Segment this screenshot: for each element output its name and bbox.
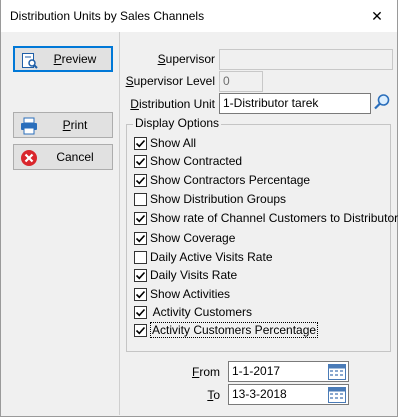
option-checkbox[interactable]: Show Contractors Percentage <box>134 172 310 188</box>
option-label: Show Distribution Groups <box>150 192 287 206</box>
checkbox-checked-icon[interactable] <box>134 305 147 319</box>
preview-icon <box>21 52 39 70</box>
dialog-window: Distribution Units by Sales Channels ✕ P… <box>0 0 398 417</box>
option-checkbox[interactable]: Show Coverage <box>134 230 235 246</box>
to-date-value: 13-3-2018 <box>232 387 287 401</box>
distribution-unit-label: Distribution Unit <box>130 97 215 111</box>
option-label: Activity Customers Percentage <box>150 322 319 338</box>
calendar-icon[interactable] <box>328 363 346 383</box>
distribution-unit-field[interactable]: 1-Distributor tarek <box>219 93 371 114</box>
checkbox-unchecked-icon[interactable] <box>134 192 147 206</box>
option-checkbox[interactable]: Show rate of Channel Customers to Distri… <box>134 210 398 226</box>
from-date-label: From <box>191 365 220 379</box>
checkbox-checked-icon[interactable] <box>134 268 147 282</box>
checkbox-checked-icon[interactable] <box>134 136 147 150</box>
checkbox-unchecked-icon[interactable] <box>134 250 147 264</box>
option-label: Show rate of Channel Customers to Distri… <box>150 211 398 225</box>
calendar-icon[interactable] <box>328 386 346 406</box>
preview-button[interactable]: Preview <box>13 46 113 72</box>
option-checkbox[interactable]: Show Contracted <box>134 153 242 169</box>
supervisor-field[interactable] <box>219 49 393 70</box>
printer-icon <box>20 117 38 135</box>
option-checkbox[interactable]: Show All <box>134 135 196 151</box>
option-checkbox[interactable]: Show Distribution Groups <box>134 191 286 207</box>
title-bar: Distribution Units by Sales Channels ✕ <box>1 0 397 32</box>
option-label: Show Contractors Percentage <box>150 173 311 187</box>
preview-button-label: Preview <box>53 52 97 66</box>
option-label: Daily Visits Rate <box>150 268 238 282</box>
option-label: Show All <box>150 136 197 150</box>
close-icon: ✕ <box>371 7 383 24</box>
distribution-unit-search-button[interactable] <box>371 93 393 114</box>
window-title: Distribution Units by Sales Channels <box>10 9 205 23</box>
checkbox-checked-icon[interactable] <box>134 231 147 245</box>
option-label: Show Coverage <box>150 231 236 245</box>
supervisor-level-field[interactable]: 0 <box>219 71 263 92</box>
option-checkbox[interactable]: Daily Visits Rate <box>134 267 237 283</box>
option-checkbox[interactable]: Daily Active Visits Rate <box>134 249 273 265</box>
checkbox-checked-icon[interactable] <box>134 173 147 187</box>
cancel-icon <box>20 149 38 167</box>
from-date-field[interactable]: 1-1-2017 <box>228 361 349 382</box>
display-options-title: Display Options <box>133 116 222 130</box>
action-panel: Preview Print Cancel <box>1 32 120 415</box>
checkbox-checked-icon[interactable] <box>134 287 147 301</box>
to-date-label: To <box>207 388 220 402</box>
search-icon <box>373 93 391 114</box>
option-label: Show Contracted <box>150 154 243 168</box>
cancel-button-label: Cancel <box>56 150 94 164</box>
supervisor-label: Supervisor <box>157 52 215 66</box>
option-label: Daily Active Visits Rate <box>150 250 273 264</box>
supervisor-level-label: Supervisor Level <box>125 74 215 88</box>
checkbox-checked-icon[interactable] <box>134 323 147 337</box>
from-date-value: 1-1-2017 <box>232 364 281 378</box>
option-checkbox[interactable]: Show Activities <box>134 286 230 302</box>
checkbox-checked-icon[interactable] <box>134 154 147 168</box>
close-button[interactable]: ✕ <box>357 0 397 32</box>
print-button-label: Print <box>62 118 88 132</box>
print-button[interactable]: Print <box>13 112 113 138</box>
option-label: Activity Customers <box>150 305 253 319</box>
option-checkbox[interactable]: Activity Customers Percentage <box>134 322 319 338</box>
option-checkbox[interactable]: Activity Customers <box>134 304 252 320</box>
checkbox-checked-icon[interactable] <box>134 211 147 225</box>
cancel-button[interactable]: Cancel <box>13 144 113 170</box>
to-date-field[interactable]: 13-3-2018 <box>228 384 349 405</box>
option-label: Show Activities <box>150 287 231 301</box>
